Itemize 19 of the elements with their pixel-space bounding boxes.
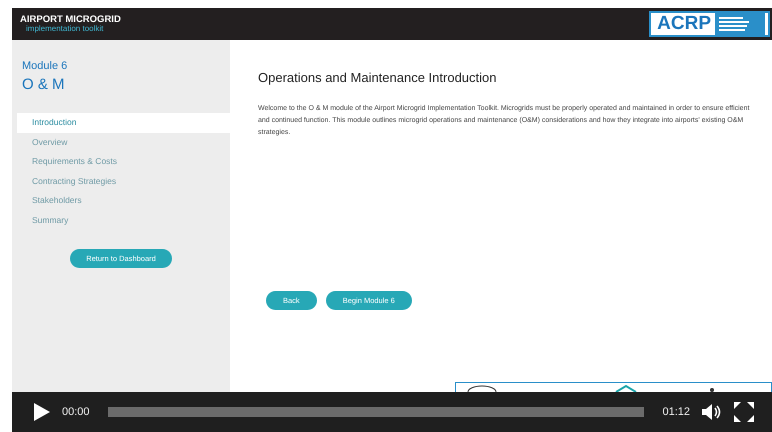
nav-item[interactable]: Stakeholders — [17, 191, 230, 211]
progress-track[interactable] — [108, 407, 644, 417]
fullscreen-icon[interactable] — [734, 402, 754, 422]
module-label: Module 6 — [21, 60, 68, 72]
duration-time: 01:12 — [662, 406, 690, 418]
logo-title: AIRPORT MICROGRID — [20, 15, 121, 25]
nav-item[interactable]: Introduction — [17, 113, 230, 133]
current-time: 00:00 — [62, 406, 90, 418]
play-icon[interactable] — [34, 403, 50, 421]
nav-item[interactable]: Summary — [17, 210, 230, 231]
nav-item[interactable]: Overview — [17, 132, 230, 152]
stripes-icon — [715, 13, 765, 35]
module-title: O & M — [21, 76, 66, 93]
partner-logo: ACRP — [649, 11, 770, 37]
page-title: Operations and Maintenance Introduction — [258, 70, 498, 85]
logo-subtitle: implementation toolkit — [25, 24, 104, 33]
volume-icon[interactable] — [702, 403, 722, 421]
nav-item[interactable]: Contracting Strategies — [17, 172, 230, 192]
nav-item[interactable]: Requirements & Costs — [17, 152, 230, 172]
